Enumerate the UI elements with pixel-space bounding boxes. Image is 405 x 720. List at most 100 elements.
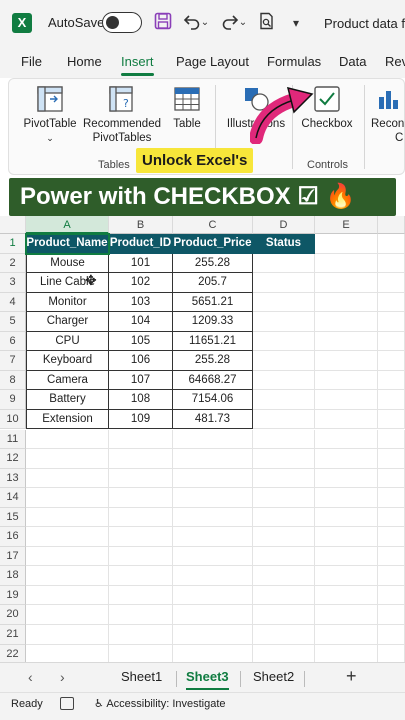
empty-cell[interactable] xyxy=(315,644,378,662)
pivot-table-dropdown-icon[interactable]: ⌄ xyxy=(19,131,81,145)
empty-cell[interactable] xyxy=(315,429,378,449)
empty-cell[interactable] xyxy=(173,507,253,528)
empty-cell[interactable] xyxy=(378,644,405,662)
table-cell[interactable]: Keyboard xyxy=(26,351,109,371)
recommended-charts-button[interactable]: Recon C xyxy=(371,85,405,145)
empty-cell[interactable] xyxy=(109,468,173,489)
empty-cell[interactable] xyxy=(109,644,173,662)
next-sheet-arrow-icon[interactable]: › xyxy=(60,669,65,685)
table-button[interactable]: Table xyxy=(167,85,207,131)
empty-cell[interactable] xyxy=(109,488,173,508)
row-header[interactable]: 11 xyxy=(0,429,26,449)
empty-cell[interactable] xyxy=(253,585,315,606)
empty-cell[interactable] xyxy=(173,605,253,625)
empty-cell[interactable] xyxy=(315,546,378,567)
empty-cell[interactable] xyxy=(315,449,378,469)
tab-data[interactable]: Data xyxy=(339,54,366,69)
tab-page-layout[interactable]: Page Layout xyxy=(176,54,249,69)
empty-cell[interactable] xyxy=(315,488,378,508)
empty-cell[interactable] xyxy=(253,527,315,547)
empty-cell[interactable] xyxy=(26,449,109,469)
row-header[interactable]: 3 xyxy=(0,273,26,293)
row-header[interactable]: 2 xyxy=(0,253,26,274)
column-header-a[interactable]: A xyxy=(26,216,109,234)
redo-dropdown-icon[interactable]: ⌄ xyxy=(237,12,249,34)
row-header[interactable]: 10 xyxy=(0,409,26,430)
empty-cell[interactable] xyxy=(315,527,378,547)
undo-dropdown-icon[interactable]: ⌄ xyxy=(199,12,211,34)
row-header[interactable]: 21 xyxy=(0,625,26,645)
empty-cell[interactable] xyxy=(315,625,378,645)
empty-cell[interactable] xyxy=(315,312,378,332)
table-cell[interactable]: CPU xyxy=(26,331,109,352)
empty-cell[interactable] xyxy=(378,292,405,313)
empty-cell[interactable] xyxy=(315,390,378,410)
row-header[interactable]: 19 xyxy=(0,585,26,606)
table-cell[interactable]: 103 xyxy=(109,292,173,313)
empty-cell[interactable] xyxy=(253,409,315,430)
empty-cell[interactable] xyxy=(315,370,378,391)
empty-cell[interactable] xyxy=(26,429,109,449)
chevron-down-icon[interactable]: ▾ xyxy=(285,12,307,34)
empty-cell[interactable] xyxy=(109,429,173,449)
table-cell[interactable]: Monitor xyxy=(26,292,109,313)
empty-cell[interactable] xyxy=(253,351,315,371)
empty-cell[interactable] xyxy=(378,234,405,254)
table-header-cell[interactable]: Product_ID xyxy=(109,234,173,254)
empty-cell[interactable] xyxy=(315,253,378,274)
empty-cell[interactable] xyxy=(378,625,405,645)
table-cell[interactable]: 5651.21 xyxy=(173,292,253,313)
tab-file[interactable]: File xyxy=(21,54,42,69)
row-header[interactable]: 17 xyxy=(0,546,26,567)
column-header-c[interactable]: C xyxy=(173,216,253,234)
row-header[interactable]: 4 xyxy=(0,292,26,313)
column-header-e[interactable]: E xyxy=(315,216,378,234)
row-header[interactable]: 15 xyxy=(0,507,26,528)
table-cell[interactable]: 7154.06 xyxy=(173,390,253,410)
empty-cell[interactable] xyxy=(26,546,109,567)
empty-cell[interactable] xyxy=(253,449,315,469)
sheet-tab-sheet3[interactable]: Sheet3 xyxy=(186,669,229,690)
empty-cell[interactable] xyxy=(378,449,405,469)
table-cell[interactable]: 255.28 xyxy=(173,351,253,371)
table-cell[interactable]: Charger xyxy=(26,312,109,332)
row-header[interactable]: 18 xyxy=(0,566,26,586)
empty-cell[interactable] xyxy=(378,605,405,625)
empty-cell[interactable] xyxy=(26,585,109,606)
empty-cell[interactable] xyxy=(26,468,109,489)
empty-cell[interactable] xyxy=(253,292,315,313)
row-header[interactable]: 1 xyxy=(0,234,26,254)
empty-cell[interactable] xyxy=(378,370,405,391)
empty-cell[interactable] xyxy=(315,331,378,352)
empty-cell[interactable] xyxy=(378,566,405,586)
row-header[interactable]: 7 xyxy=(0,351,26,371)
empty-cell[interactable] xyxy=(253,468,315,489)
empty-cell[interactable] xyxy=(253,546,315,567)
table-header-cell[interactable]: Status xyxy=(253,234,315,254)
empty-cell[interactable] xyxy=(378,331,405,352)
row-header[interactable]: 16 xyxy=(0,527,26,547)
empty-cell[interactable] xyxy=(315,351,378,371)
add-sheet-icon[interactable]: + xyxy=(346,666,357,687)
table-cell[interactable]: 255.28 xyxy=(173,253,253,274)
empty-cell[interactable] xyxy=(173,644,253,662)
empty-cell[interactable] xyxy=(26,625,109,645)
table-cell[interactable]: 107 xyxy=(109,370,173,391)
empty-cell[interactable] xyxy=(109,449,173,469)
empty-cell[interactable] xyxy=(253,566,315,586)
empty-cell[interactable] xyxy=(253,370,315,391)
macro-recording-icon[interactable] xyxy=(60,697,74,710)
spreadsheet-grid[interactable]: A B C D E 1 Product_Name Product_ID Product… xyxy=(0,216,405,662)
save-icon[interactable] xyxy=(152,12,174,34)
empty-cell[interactable] xyxy=(253,625,315,645)
row-header[interactable]: 20 xyxy=(0,605,26,625)
print-preview-icon[interactable] xyxy=(256,12,278,34)
empty-cell[interactable] xyxy=(109,546,173,567)
empty-cell[interactable] xyxy=(315,273,378,293)
table-cell[interactable]: 1209.33 xyxy=(173,312,253,332)
row-header[interactable]: 13 xyxy=(0,468,26,489)
empty-cell[interactable] xyxy=(26,488,109,508)
empty-cell[interactable] xyxy=(315,409,378,430)
empty-cell[interactable] xyxy=(109,527,173,547)
row-header[interactable]: 22 xyxy=(0,644,26,662)
